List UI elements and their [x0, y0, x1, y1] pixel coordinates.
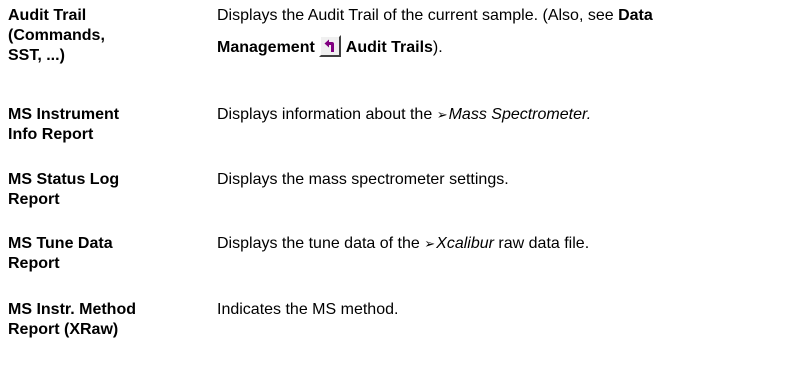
definition-suffix: raw data file.	[498, 235, 590, 252]
term-line: Report (XRaw)	[8, 321, 119, 338]
term-line: MS Tune Data	[8, 235, 113, 252]
glossary-link-mass-spectrometer[interactable]: ➢Mass Spectrometer	[437, 106, 587, 123]
term-line: Info Report	[8, 126, 94, 143]
definition-ms-instrument-info: Displays information about the ➢Mass Spe…	[217, 99, 797, 131]
definition-text: Displays the mass spectrometer settings.	[217, 171, 509, 188]
definition-text: Displays the tune data of the	[217, 235, 420, 252]
definition-ms-tune-data: Displays the tune data of the ➢Xcalibur …	[217, 228, 797, 260]
definition-suffix: ).	[432, 39, 443, 56]
definition-ms-instr-method: Indicates the MS method.	[217, 294, 797, 326]
term-line: (Commands,	[8, 27, 105, 44]
term-ms-tune-data: MS Tune Data Report	[8, 234, 198, 274]
term-line: SST, ...)	[8, 47, 65, 64]
term-audit-trail: Audit Trail (Commands, SST, ...)	[8, 6, 198, 66]
link-audit-trails[interactable]: Audit Trails	[346, 39, 433, 56]
link-data[interactable]: Data	[618, 7, 653, 24]
term-ms-instr-method: MS Instr. Method Report (XRaw)	[8, 300, 198, 340]
term-line: MS Status Log	[8, 171, 120, 188]
term-line: MS Instr. Method	[8, 301, 136, 318]
definition-audit-trail: Displays the Audit Trail of the current …	[217, 0, 797, 64]
glossary-link-xcalibur[interactable]: ➢Xcalibur	[424, 235, 494, 252]
link-management[interactable]: Management	[217, 39, 315, 56]
term-line: MS Instrument	[8, 106, 120, 123]
jump-arrow-icon[interactable]	[318, 35, 341, 57]
glossary-arrow-icon: ➢	[436, 107, 448, 122]
term-ms-instrument-info: MS Instrument Info Report	[8, 105, 198, 145]
definition-text: Displays information about the	[217, 106, 433, 123]
definition-ms-status-log: Displays the mass spectrometer settings.	[217, 164, 797, 196]
definition-text: Displays the Audit Trail of the current …	[217, 7, 614, 24]
glossary-arrow-icon: ➢	[424, 236, 436, 251]
term-line: Audit Trail	[8, 7, 87, 24]
term-line: Report	[8, 255, 60, 272]
definition-text: Indicates the MS method.	[217, 301, 399, 318]
term-ms-status-log: MS Status Log Report	[8, 170, 198, 210]
term-line: Report	[8, 191, 60, 208]
definition-suffix: .	[586, 106, 592, 123]
